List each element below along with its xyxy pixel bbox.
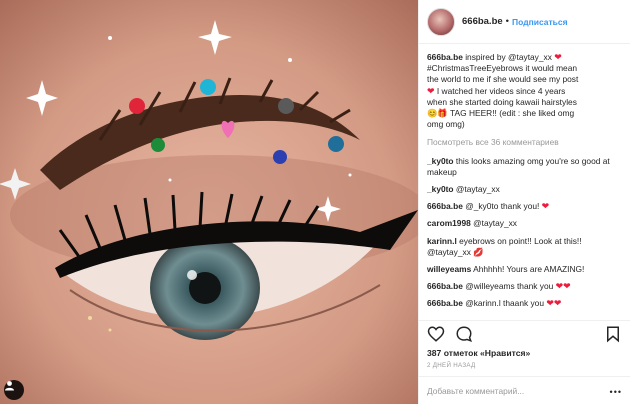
heart-icon: ❤ <box>427 85 435 96</box>
caption-line-1: inspired by @taytay_xx <box>465 52 552 62</box>
instagram-post: 666ba.be • Подписаться 666ba.be inspired… <box>0 0 630 404</box>
eye-makeup-image <box>0 0 418 404</box>
caption-line-2: #ChristmasTreeEyebrows it would mean <box>427 63 578 74</box>
comment-item: carom1998 @taytay_xx <box>427 218 622 229</box>
comment-item: 666ba.be @_ky0to thank you! ❤ <box>427 201 622 212</box>
header-username[interactable]: 666ba.be <box>462 16 503 27</box>
comment-text: @karinn.l thaank you <box>465 298 544 309</box>
comment-item: 666ba.be @willeyeams thank you ❤❤ <box>427 281 622 292</box>
action-bar <box>419 320 630 346</box>
caption-line-3: the world to me if she would see my post <box>427 74 579 85</box>
comment-item: karinn.l eyebrows on point!! Look at thi… <box>427 236 622 258</box>
comment-username[interactable]: karinn.l <box>427 236 457 246</box>
follow-button[interactable]: Подписаться <box>512 17 568 27</box>
comment-text: this looks amazing omg you're so good at… <box>427 155 610 177</box>
header-separator: • <box>505 16 509 27</box>
comment-username[interactable]: carom1998 <box>427 218 471 228</box>
comment-text: Ahhhhh! Yours are AMAZING! <box>473 264 585 275</box>
heart-icon: ❤ <box>554 52 562 62</box>
more-options-button[interactable]: ••• <box>610 387 622 397</box>
post-sidebar: 666ba.be • Подписаться 666ba.be inspired… <box>418 0 630 404</box>
heart-icon: ❤ <box>541 201 550 212</box>
comment-username[interactable]: _ky0to <box>427 156 454 166</box>
post-caption: 666ba.be inspired by @taytay_xx ❤ #Chris… <box>427 52 622 130</box>
bookmark-icon[interactable] <box>604 325 622 343</box>
person-icon <box>5 381 14 391</box>
comment-text: @taytay_xx <box>455 184 500 195</box>
gem-red <box>129 98 145 114</box>
add-comment-bar: ••• <box>419 376 630 404</box>
avatar[interactable] <box>427 7 455 36</box>
post-timestamp: 2 ДНЕЙ НАЗАД <box>427 362 476 369</box>
heart-icon: ❤❤ <box>546 298 562 309</box>
comment-username[interactable]: willeyeams <box>427 264 471 274</box>
heart-icon: ❤❤ <box>555 281 571 292</box>
caption-username[interactable]: 666ba.be <box>427 52 463 62</box>
caption-line-6: TAG HEER!! (edit : she liked omg <box>450 108 575 119</box>
post-header: 666ba.be • Подписаться <box>419 0 630 44</box>
comments-list[interactable]: 666ba.be inspired by @taytay_xx ❤ #Chris… <box>419 44 630 320</box>
comment-username[interactable]: 666ba.be <box>427 298 463 308</box>
comment-username[interactable]: 666ba.be <box>427 281 463 291</box>
comment-bubble-icon[interactable] <box>455 325 473 343</box>
tagged-users-button[interactable] <box>4 380 24 400</box>
comment-username[interactable]: _ky0to <box>427 184 454 194</box>
comment-input[interactable] <box>427 385 597 396</box>
lips-emoji-icon: 💋 <box>473 246 484 257</box>
comment-text: @_ky0to thank you! <box>465 201 540 212</box>
comment-text: @taytay_xx <box>473 218 517 229</box>
like-heart-icon[interactable] <box>427 325 445 343</box>
caption-line-7: omg omg) <box>427 119 465 130</box>
likes-count[interactable]: 387 отметок «Нравится» <box>419 346 630 360</box>
comment-item: _ky0to @taytay_xx <box>427 184 622 195</box>
comment-item: _ky0to this looks amazing omg you're so … <box>427 156 622 178</box>
comment-item: 666ba.be @karinn.l thaank you ❤❤ <box>427 298 622 309</box>
caption-line-4: I watched her videos since 4 years <box>436 85 566 96</box>
comment-text: @willeyeams thank you <box>465 281 554 292</box>
post-photo[interactable] <box>0 0 418 404</box>
caption-line-5: when she started doing kawaii hairstyles <box>427 96 577 107</box>
smile-emoji-icon: 😊🎁 <box>427 108 448 119</box>
view-all-comments-link[interactable]: Посмотреть все 36 комментариев <box>427 137 622 148</box>
comment-username[interactable]: 666ba.be <box>427 201 463 211</box>
comment-item: willeyeams Ahhhhh! Yours are AMAZING! <box>427 264 622 275</box>
